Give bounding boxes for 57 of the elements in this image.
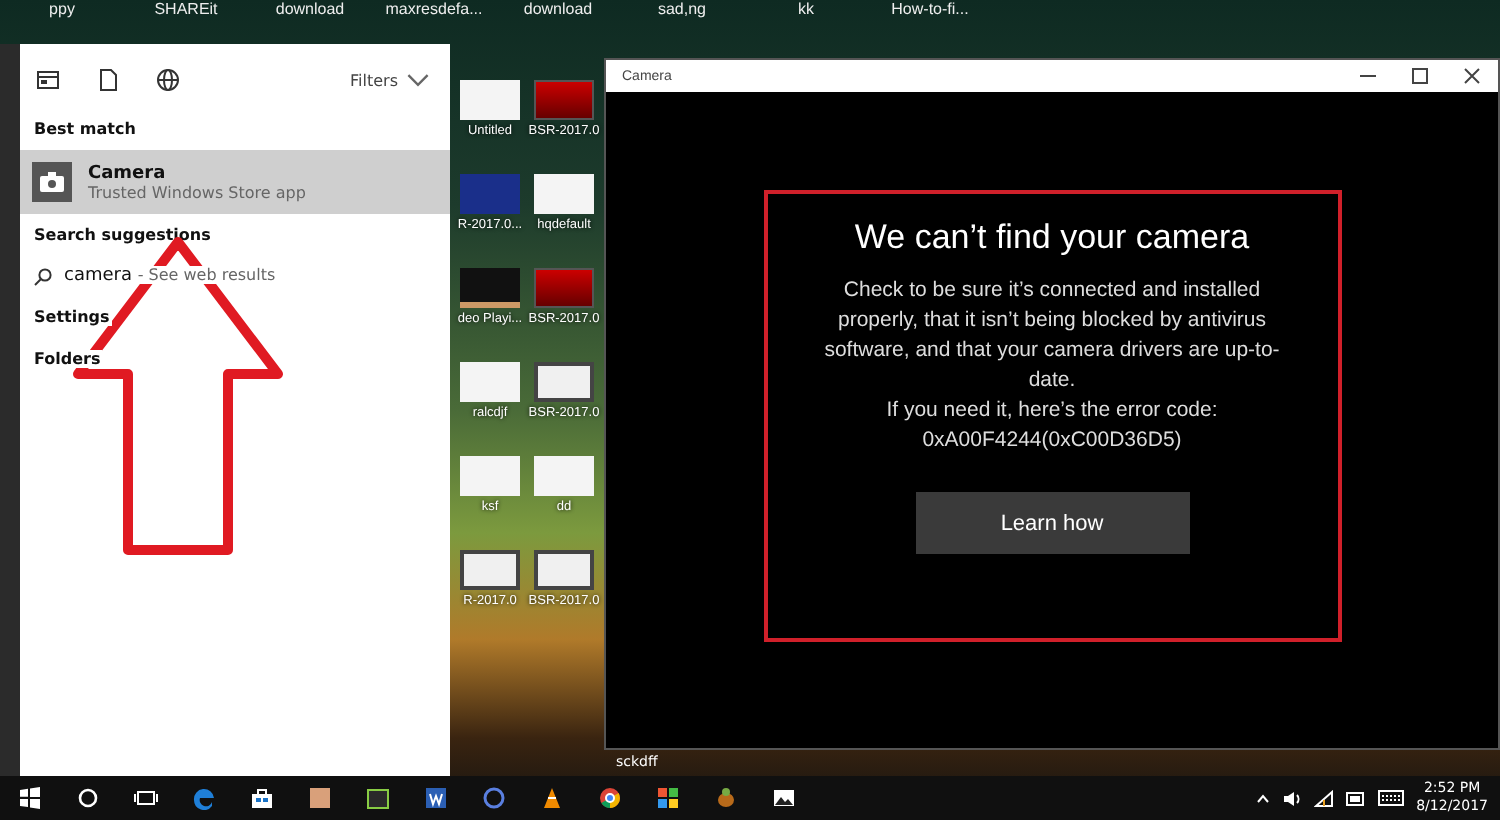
globe-icon[interactable] <box>156 68 180 92</box>
search-result[interactable]: Camera Trusted Windows Store app <box>20 150 450 214</box>
result-subtitle: Trusted Windows Store app <box>88 183 306 201</box>
apps-icon[interactable] <box>36 68 60 92</box>
desktop-icon-label[interactable]: How-to-fi... <box>868 0 992 18</box>
file-thumbnail-icon[interactable] <box>460 456 520 496</box>
traffic-cone-icon[interactable] <box>539 786 563 810</box>
desktop-icon-label[interactable]: sad,ng <box>620 0 744 18</box>
file-thumbnail-icon[interactable] <box>534 362 594 402</box>
camera-icon <box>32 162 72 202</box>
search-icon <box>34 267 52 285</box>
desktop-icon-label[interactable]: ppy <box>0 0 124 18</box>
file-thumbnail-icon[interactable] <box>460 268 520 308</box>
search-suggestion[interactable]: camera - See web results <box>20 256 450 296</box>
app-icon[interactable] <box>481 786 505 810</box>
shopping-bag-icon[interactable] <box>249 786 273 810</box>
error-code-intro: If you need it, here’s the error code: <box>884 396 1220 426</box>
network-icon[interactable] <box>1314 789 1335 807</box>
bug-icon[interactable] <box>713 786 737 810</box>
section-heading: Best match <box>32 118 138 142</box>
file-thumbnail-icon[interactable] <box>534 174 594 214</box>
document-icon[interactable] <box>423 786 447 810</box>
section-heading: Settings <box>32 308 112 326</box>
file-thumbnail-icon[interactable] <box>534 80 594 120</box>
desktop-icon-label[interactable]: kk <box>744 0 868 18</box>
desktop-icon-label[interactable]: SHAREit <box>124 0 248 18</box>
keyboard-icon[interactable] <box>1378 790 1405 806</box>
section-heading: Folders <box>32 350 103 368</box>
app-icon[interactable] <box>365 786 389 810</box>
file-thumbnail-icon[interactable] <box>460 362 520 402</box>
document-icon[interactable] <box>96 68 120 92</box>
file-thumbnail-icon[interactable] <box>460 174 520 214</box>
file-thumbnail-icon[interactable] <box>460 550 520 590</box>
tiles-icon[interactable] <box>655 786 679 810</box>
error-heading: We can’t find your camera <box>854 218 1250 258</box>
result-title: Camera <box>88 163 168 183</box>
battery-icon[interactable] <box>1346 791 1367 805</box>
photo-icon[interactable] <box>771 786 795 810</box>
desktop-icon-label[interactable]: maxresdefa... <box>372 0 496 18</box>
file-thumbnail-icon[interactable] <box>460 80 520 120</box>
browser-icon[interactable] <box>597 786 621 810</box>
desktop-icon-label[interactable]: download <box>248 0 372 18</box>
chevron-up-icon[interactable] <box>1256 792 1271 804</box>
learn-how-button[interactable]: Learn how <box>915 492 1189 554</box>
file-thumbnail-icon[interactable] <box>534 268 594 308</box>
error-code: 0xA00F4244(0xC00D36D5) <box>920 426 1184 456</box>
search-icon[interactable] <box>75 786 99 810</box>
file-thumbnail-icon[interactable] <box>534 550 594 590</box>
windows-logo-icon[interactable] <box>17 786 41 810</box>
error-message: Check to be sure it’s connected and installed properly, that it isn’t being blocked by antivirus software, and that your camera drivers are up-to-date. <box>822 276 1282 396</box>
filters-button[interactable]: Filters <box>350 68 430 92</box>
file-thumbnail-icon[interactable] <box>534 456 594 496</box>
app-icon[interactable] <box>307 786 331 810</box>
task-view-icon[interactable] <box>133 786 157 810</box>
desktop-icon-label[interactable]: download <box>496 0 620 18</box>
speaker-icon[interactable] <box>1282 789 1303 807</box>
section-heading: Search suggestions <box>32 224 213 248</box>
